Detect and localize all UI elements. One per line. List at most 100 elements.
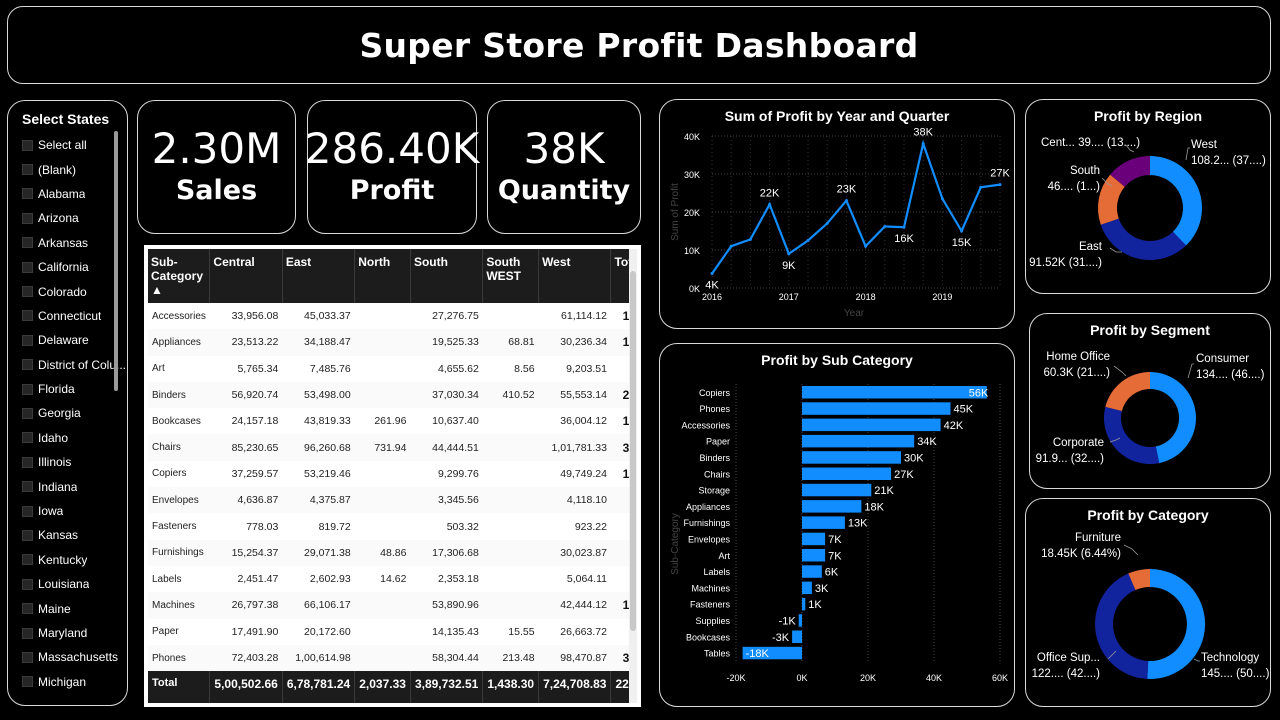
data-point[interactable] bbox=[825, 221, 829, 225]
x-axis-label: Year bbox=[844, 308, 865, 319]
checkbox-icon[interactable] bbox=[22, 212, 33, 224]
slicer-scrollbar[interactable] bbox=[114, 131, 118, 391]
bar[interactable] bbox=[802, 532, 826, 546]
column-header[interactable]: South WEST bbox=[482, 249, 540, 303]
slicer-item[interactable]: Arizona bbox=[22, 206, 127, 230]
slicer-item[interactable]: California bbox=[22, 255, 127, 279]
checkbox-icon[interactable] bbox=[22, 481, 33, 493]
bar[interactable] bbox=[802, 402, 951, 415]
checkbox-icon[interactable] bbox=[22, 310, 33, 322]
checkbox-icon[interactable] bbox=[22, 139, 33, 151]
bar[interactable] bbox=[802, 581, 812, 595]
data-point[interactable] bbox=[844, 199, 848, 203]
checkbox-icon[interactable] bbox=[22, 651, 33, 663]
checkbox-icon[interactable] bbox=[22, 359, 33, 371]
checkbox-icon[interactable] bbox=[22, 578, 33, 590]
checkbox-icon[interactable] bbox=[22, 407, 33, 419]
bar[interactable] bbox=[802, 549, 826, 562]
checkbox-icon[interactable] bbox=[22, 164, 33, 176]
slicer-item[interactable]: Florida bbox=[22, 377, 127, 401]
column-header[interactable]: East bbox=[282, 249, 356, 303]
slicer-item[interactable]: Kentucky bbox=[22, 548, 127, 572]
total-cell: 2,037.33 bbox=[354, 671, 411, 703]
donut-slice[interactable] bbox=[1105, 372, 1150, 411]
data-point[interactable] bbox=[979, 185, 983, 189]
slicer-item[interactable]: Idaho bbox=[22, 426, 127, 450]
slicer-item[interactable]: Alabama bbox=[22, 182, 127, 206]
data-point[interactable] bbox=[710, 272, 714, 276]
donut-slice[interactable] bbox=[1100, 218, 1187, 261]
slicer-item[interactable]: Massachusetts bbox=[22, 645, 127, 669]
bar[interactable] bbox=[802, 516, 845, 529]
checkbox-icon[interactable] bbox=[22, 529, 33, 541]
slicer-item[interactable]: Connecticut bbox=[22, 304, 127, 328]
column-header[interactable]: West bbox=[538, 249, 612, 303]
data-point[interactable] bbox=[883, 224, 887, 228]
bar[interactable] bbox=[802, 565, 822, 578]
column-header[interactable]: Central bbox=[209, 249, 283, 303]
data-point[interactable] bbox=[921, 142, 925, 146]
column-header[interactable]: South bbox=[410, 249, 484, 303]
donut-slice[interactable] bbox=[1150, 372, 1196, 464]
checkbox-icon[interactable] bbox=[22, 286, 33, 298]
data-point[interactable] bbox=[998, 183, 1002, 187]
slicer-item[interactable]: Louisiana bbox=[22, 572, 127, 596]
donut-slice[interactable] bbox=[1095, 573, 1149, 679]
bar[interactable] bbox=[802, 483, 872, 497]
donut-slice[interactable] bbox=[1147, 568, 1206, 679]
bar[interactable] bbox=[802, 386, 987, 399]
data-point[interactable] bbox=[748, 237, 752, 241]
bar[interactable] bbox=[802, 451, 901, 464]
bar[interactable] bbox=[802, 418, 941, 432]
data-point[interactable] bbox=[960, 229, 964, 233]
state-slicer[interactable]: Select States Select all (Blank) Alabama Ar… bbox=[7, 100, 128, 706]
checkbox-icon[interactable] bbox=[22, 603, 33, 615]
checkbox-icon[interactable] bbox=[22, 676, 33, 688]
slicer-item[interactable]: Colorado bbox=[22, 279, 127, 303]
slicer-item[interactable]: Select all bbox=[22, 133, 127, 157]
slicer-item[interactable]: Arkansas bbox=[22, 231, 127, 255]
slicer-item[interactable]: District of Colu... bbox=[22, 353, 127, 377]
checkbox-icon[interactable] bbox=[22, 627, 33, 639]
checkbox-icon[interactable] bbox=[22, 188, 33, 200]
slicer-item[interactable]: Michigan bbox=[22, 670, 127, 694]
bar[interactable] bbox=[792, 630, 802, 644]
checkbox-icon[interactable] bbox=[22, 456, 33, 468]
donut-slice[interactable] bbox=[1150, 156, 1203, 246]
checkbox-icon[interactable] bbox=[22, 334, 33, 346]
slicer-item[interactable]: Delaware bbox=[22, 328, 127, 352]
data-point[interactable] bbox=[729, 244, 733, 248]
bar[interactable] bbox=[798, 614, 802, 627]
table-scroll-thumb[interactable] bbox=[630, 271, 636, 631]
bar[interactable] bbox=[802, 467, 892, 481]
data-point[interactable] bbox=[768, 202, 772, 206]
column-header[interactable]: Sub-Category ▲ bbox=[148, 249, 211, 303]
checkbox-icon[interactable] bbox=[22, 554, 33, 566]
slicer-item[interactable]: Illinois bbox=[22, 450, 127, 474]
slicer-item[interactable]: Maine bbox=[22, 596, 127, 620]
checkbox-icon[interactable] bbox=[22, 505, 33, 517]
checkbox-icon[interactable] bbox=[22, 383, 33, 395]
slicer-item[interactable]: Iowa bbox=[22, 499, 127, 523]
table-scrollbar[interactable] bbox=[629, 249, 637, 703]
data-point[interactable] bbox=[806, 239, 810, 242]
checkbox-icon[interactable] bbox=[22, 237, 33, 249]
slicer-item[interactable]: Kansas bbox=[22, 523, 127, 547]
column-header[interactable]: North bbox=[354, 249, 411, 303]
bar[interactable] bbox=[802, 597, 806, 611]
donut-slice[interactable] bbox=[1103, 406, 1160, 464]
checkbox-icon[interactable] bbox=[22, 432, 33, 444]
bar[interactable] bbox=[802, 500, 862, 513]
slicer-item[interactable]: Maryland bbox=[22, 621, 127, 645]
slicer-item[interactable]: Georgia bbox=[22, 401, 127, 425]
bar[interactable] bbox=[802, 434, 915, 448]
data-point[interactable] bbox=[787, 252, 791, 256]
slicer-item[interactable]: Indiana bbox=[22, 474, 127, 498]
category-label: Labels bbox=[703, 567, 730, 577]
slicer-item[interactable]: (Blank) bbox=[22, 157, 127, 181]
checkbox-icon[interactable] bbox=[22, 261, 33, 273]
profit-line[interactable] bbox=[711, 139, 1001, 275]
data-point[interactable] bbox=[902, 225, 906, 229]
data-point[interactable] bbox=[864, 244, 868, 248]
data-point[interactable] bbox=[940, 197, 944, 201]
